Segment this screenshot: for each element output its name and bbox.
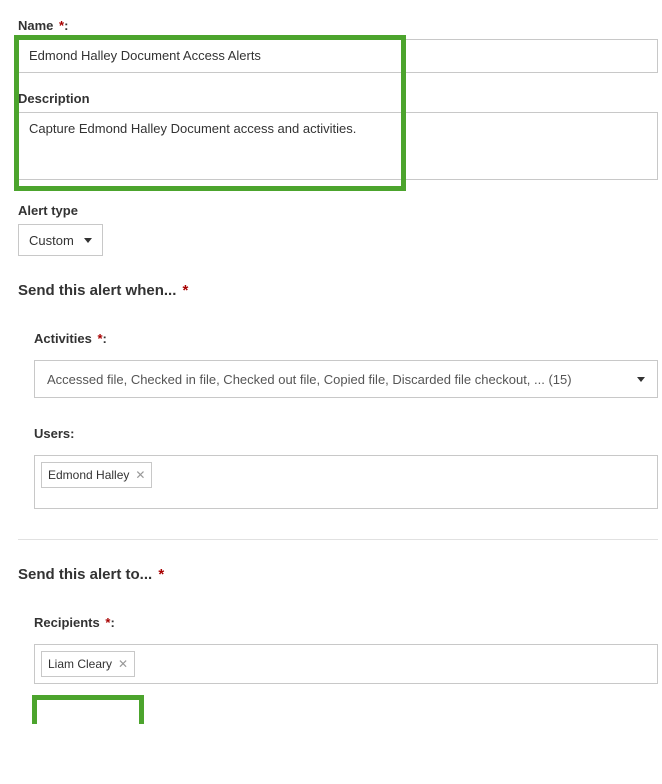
name-label-text: Name <box>18 18 53 33</box>
user-chip[interactable]: Edmond Halley ✕ <box>41 462 152 488</box>
close-icon[interactable]: ✕ <box>118 658 128 670</box>
recipient-chip-label: Liam Cleary <box>48 657 112 671</box>
alert-type-label: Alert type <box>18 203 662 218</box>
activities-dropdown[interactable]: Accessed file, Checked in file, Checked … <box>34 360 658 398</box>
users-label: Users: <box>34 426 662 441</box>
send-to-heading: Send this alert to... * <box>18 566 662 583</box>
users-input[interactable]: Edmond Halley ✕ <box>34 455 658 509</box>
recipients-label: Recipients *: <box>34 615 662 630</box>
recipient-chip[interactable]: Liam Cleary ✕ <box>41 651 135 677</box>
send-when-heading: Send this alert when... * <box>18 282 662 299</box>
name-input[interactable] <box>18 39 658 73</box>
chevron-down-icon <box>637 377 645 382</box>
user-chip-label: Edmond Halley <box>48 468 129 482</box>
send-when-section: Activities *: Accessed file, Checked in … <box>34 313 662 509</box>
recipients-input[interactable]: Liam Cleary ✕ <box>34 644 658 684</box>
section-divider <box>18 539 658 540</box>
name-label: Name *: <box>18 18 662 33</box>
send-to-section: Recipients *: Liam Cleary ✕ <box>34 597 662 684</box>
alert-type-value: Custom <box>29 233 74 248</box>
activities-summary: Accessed file, Checked in file, Checked … <box>47 372 637 387</box>
required-asterisk: * <box>158 566 164 583</box>
highlight-overlay <box>32 695 144 724</box>
description-label: Description <box>18 91 662 106</box>
activities-label: Activities *: <box>34 331 662 346</box>
required-asterisk: * <box>183 282 189 299</box>
alert-type-dropdown[interactable]: Custom <box>18 224 103 256</box>
description-input[interactable] <box>18 112 658 180</box>
close-icon[interactable]: ✕ <box>135 469 145 481</box>
alert-config-form: Name *: Description Alert type Custom Se… <box>0 0 662 724</box>
chevron-down-icon <box>84 238 92 243</box>
